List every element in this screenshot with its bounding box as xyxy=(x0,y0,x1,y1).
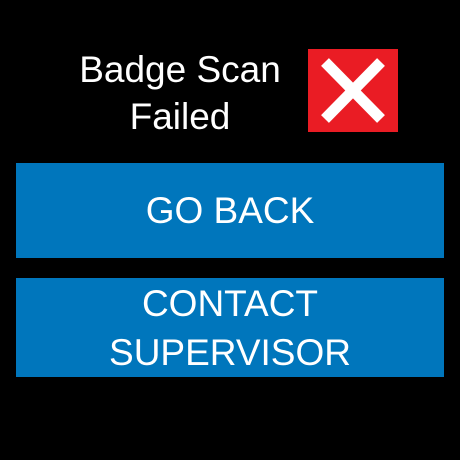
go-back-button[interactable]: GO BACK xyxy=(16,163,444,258)
go-back-label: GO BACK xyxy=(145,190,315,231)
status-title: Badge Scan Failed xyxy=(46,46,314,140)
contact-label-line-2: SUPERVISOR xyxy=(109,331,351,373)
status-title-line-2: Failed xyxy=(129,96,231,137)
status-title-line-1: Badge Scan xyxy=(79,49,281,90)
x-mark-icon xyxy=(308,49,398,132)
contact-label-line-1: CONTACT xyxy=(141,282,319,324)
contact-supervisor-button[interactable]: CONTACT SUPERVISOR xyxy=(16,278,444,377)
status-header: Badge Scan Failed xyxy=(0,0,460,150)
